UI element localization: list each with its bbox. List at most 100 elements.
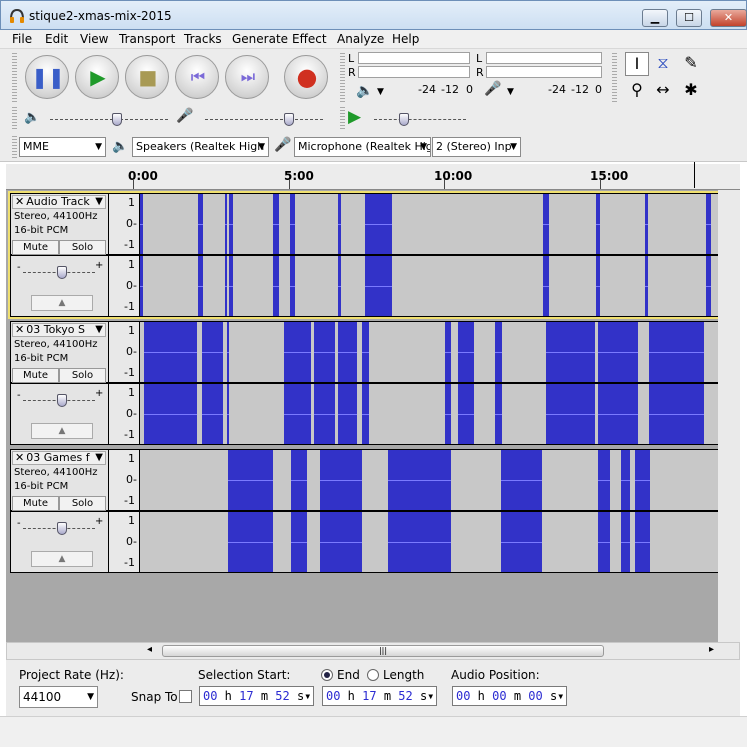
toolbar-grip[interactable] [340,107,345,129]
draw-tool-icon[interactable]: ✎ [679,52,703,76]
menu-analyze[interactable]: Analyze [337,32,384,46]
stop-button[interactable]: ■ [125,55,169,99]
track-name-menu[interactable]: ✕ 03 Tokyo S ▼ [12,323,106,337]
close-icon[interactable]: ✕ [13,451,26,464]
audio-clip-segment[interactable] [543,194,549,254]
audio-clip-segment[interactable] [291,512,307,572]
audio-clip-segment[interactable] [144,322,197,382]
waveform-channel[interactable] [140,450,719,510]
audio-clip-segment[interactable] [314,322,335,382]
collapse-track-button[interactable]: ▲ [31,551,93,567]
audio-clip-segment[interactable] [543,256,549,316]
toolbar-grip[interactable] [340,53,345,103]
end-radio[interactable] [321,669,333,681]
audio-clip-segment[interactable] [273,194,279,254]
menu-tracks[interactable]: Tracks [184,32,222,46]
toolbar-grip[interactable] [12,107,17,129]
audio-clip-segment[interactable] [198,256,203,316]
audio-clip-segment[interactable] [320,512,362,572]
audio-clip-segment[interactable] [598,450,610,510]
audio-clip-segment[interactable] [706,194,711,254]
vertical-scrollbar[interactable] [718,190,740,642]
audio-clip-segment[interactable] [365,194,392,254]
audio-clip-segment[interactable] [290,256,295,316]
track-panel[interactable]: ✕ Audio Track ▼ Stereo, 44100Hz 16-bit PCM Mu… [6,190,740,642]
record-meter-left[interactable] [486,52,602,64]
length-radio[interactable] [367,669,379,681]
mute-button[interactable]: Mute [12,368,59,383]
audio-clip-segment[interactable] [198,194,203,254]
audio-clip-segment[interactable] [546,384,595,444]
playback-meter-right[interactable] [358,66,470,78]
track-name-menu[interactable]: ✕ 03 Games f ▼ [12,451,106,465]
audio-clip-segment[interactable] [645,194,648,254]
scroll-left-icon[interactable]: ◂ [147,644,152,655]
waveform-channel[interactable] [140,384,719,444]
audio-clip-segment[interactable] [338,322,357,382]
audio-clip-segment[interactable] [458,322,474,382]
input-channels-select[interactable]: 2 (Stereo) Inp ▼ [432,137,521,157]
collapse-track-button[interactable]: ▲ [31,423,93,439]
audio-clip-segment[interactable] [546,322,595,382]
audio-clip-segment[interactable] [501,450,542,510]
audio-clip-segment[interactable] [273,256,279,316]
audio-clip-segment[interactable] [140,194,143,254]
snap-to-checkbox[interactable] [179,690,192,703]
menu-file[interactable]: File [12,32,32,46]
selection-tool-icon[interactable]: I [625,52,649,76]
chevron-down-icon[interactable]: ▼ [507,87,514,97]
audio-clip-segment[interactable] [598,384,638,444]
audio-clip-segment[interactable] [598,512,610,572]
audio-clip-segment[interactable] [229,256,233,316]
audio-clip-segment[interactable] [229,194,233,254]
audio-clip-segment[interactable] [445,384,451,444]
record-button[interactable]: ● [284,55,328,99]
menu-view[interactable]: View [80,32,108,46]
track-control-panel[interactable]: ✕ 03 Games f ▼ Stereo, 44100Hz 16-bit PCM Mut… [11,450,108,511]
audio-clip-segment[interactable] [495,384,502,444]
audio-clip-segment[interactable] [227,322,229,382]
collapse-track-button[interactable]: ▲ [31,295,93,311]
close-icon[interactable]: ✕ [13,323,26,336]
slider-thumb[interactable] [112,113,122,126]
selection-end-time[interactable]: 00 h 17 m 52 s▾ [322,686,437,706]
menu-edit[interactable]: Edit [45,32,68,46]
audio-clip-segment[interactable] [225,256,227,316]
scroll-thumb[interactable]: ||| [162,645,604,657]
playback-meter-left[interactable] [358,52,470,64]
play-button[interactable]: ▶ [75,55,119,99]
audio-clip-segment[interactable] [596,256,600,316]
audio-clip-segment[interactable] [225,194,227,254]
toolbar-grip[interactable] [12,136,17,158]
audio-clip-segment[interactable] [495,322,502,382]
audio-host-select[interactable]: MME ▼ [19,137,106,157]
audio-clip-segment[interactable] [649,384,704,444]
close-button[interactable]: ✕ [710,9,747,27]
audio-clip-segment[interactable] [228,450,273,510]
waveform-channel[interactable] [140,512,719,572]
audio-clip-segment[interactable] [320,450,362,510]
audio-clip-segment[interactable] [144,384,197,444]
toolbar-grip[interactable] [12,53,17,103]
output-volume-slider[interactable] [50,119,168,120]
pause-button[interactable]: ❚❚ [25,55,69,99]
audio-track[interactable]: ✕ 03 Tokyo S ▼ Stereo, 44100Hz 16-bit PCM Mut… [10,321,722,445]
zoom-tool-icon[interactable]: ⚲ [625,79,649,103]
waveform-channel[interactable] [140,322,719,382]
audio-clip-segment[interactable] [445,322,451,382]
timeshift-tool-icon[interactable]: ↔ [651,79,675,103]
output-device-select[interactable]: Speakers (Realtek High ▼ [132,137,269,157]
waveform-channel[interactable] [140,194,719,254]
audio-position-time[interactable]: 00 h 00 m 00 s▾ [452,686,567,706]
input-device-select[interactable]: Microphone (Realtek Hig ▼ [294,137,431,157]
toolbar-grip[interactable] [612,53,617,103]
scroll-right-icon[interactable]: ▸ [709,644,714,655]
audio-clip-segment[interactable] [338,256,341,316]
skip-start-button[interactable]: ⏮ [175,55,219,99]
track-control-panel[interactable]: ✕ 03 Tokyo S ▼ Stereo, 44100Hz 16-bit PCM Mut… [11,322,108,383]
slider-thumb[interactable] [57,266,67,279]
selection-start-time[interactable]: 00 h 17 m 52 s▾ [199,686,314,706]
audio-clip-segment[interactable] [706,256,711,316]
chevron-down-icon[interactable]: ▼ [377,87,384,97]
multi-tool-icon[interactable]: ✱ [679,79,703,103]
